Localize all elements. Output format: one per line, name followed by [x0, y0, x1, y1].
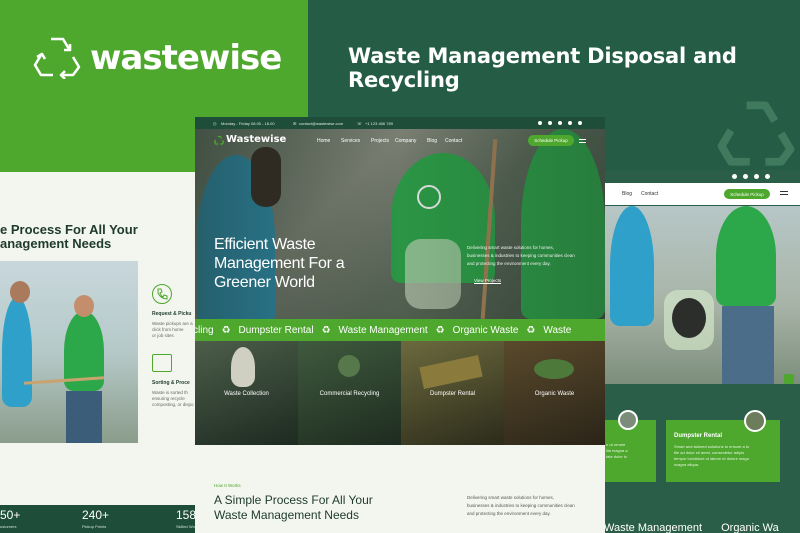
- schedule-pickup-button[interactable]: Schedule Pickup: [528, 135, 574, 146]
- phone-small-icon: ☏: [357, 121, 363, 126]
- left-preview-card: e Process For All Your anagement Needs R…: [0, 172, 198, 533]
- cleanup-photo: [604, 206, 800, 384]
- nav-contact[interactable]: Contact: [445, 138, 462, 144]
- nav-contact[interactable]: Contact: [641, 191, 658, 197]
- recycle-icon: ♻: [221, 324, 231, 336]
- phone-icon: [152, 284, 172, 304]
- top-info-bar: ◷ Monday - Friday 08.00 - 18.00 ✉ contac…: [195, 117, 605, 129]
- right-preview-card: n ut ornare ilia magna a tate dolor tv D…: [604, 170, 800, 533]
- stat-customers-value: 50+: [0, 508, 21, 522]
- right-ticker: Waste Management Organic Wa: [604, 522, 779, 533]
- hours-text: Monday - Friday 08.00 - 18.00: [221, 121, 275, 126]
- step1-title: Request & Picku: [152, 311, 192, 317]
- service-tile-organic[interactable]: Organic Waste: [504, 341, 605, 445]
- main-preview-card: ◷ Monday - Friday 08.00 - 18.00 ✉ contac…: [195, 117, 605, 533]
- hero-heading: Efficient Waste Management For a Greener…: [214, 236, 345, 291]
- step2-title: Sorting & Proce: [152, 380, 190, 386]
- clock-icon: ◷: [213, 121, 217, 126]
- x-icon[interactable]: [743, 174, 748, 179]
- stats-bar: 50+ ustomers 240+ Pickup Points 158 Skil…: [0, 505, 198, 533]
- service-avatar-dumpster: [744, 410, 766, 432]
- stat-workers-label: Skilled Wo: [176, 524, 195, 529]
- x-icon[interactable]: [548, 121, 552, 125]
- instagram-icon[interactable]: [578, 121, 582, 125]
- service-tile-commercial[interactable]: Commercial Recycling: [298, 341, 401, 445]
- mail-icon: ✉: [293, 121, 297, 126]
- nav-blog[interactable]: Blog: [622, 191, 632, 197]
- instagram-icon[interactable]: [765, 174, 770, 179]
- service-title: Dumpster Rental: [674, 433, 723, 439]
- facebook-icon[interactable]: [732, 174, 737, 179]
- how-it-works-section: How It Works A Simple Process For All Yo…: [195, 445, 605, 533]
- how-title: A Simple Process For All Your Waste Mana…: [214, 493, 373, 522]
- stat-workers-value: 158: [176, 508, 197, 522]
- showcase-stage: wastewise Waste Management Disposal and …: [0, 0, 800, 533]
- nav-logo[interactable]: Wastewise: [226, 134, 286, 145]
- phone-link[interactable]: +1 123 456 789: [365, 121, 393, 126]
- email-link[interactable]: contact@wastewise.com: [299, 121, 343, 126]
- how-description: Delivering smart waste solutions for hom…: [467, 495, 575, 516]
- schedule-pickup-button[interactable]: Schedule Pickup: [724, 189, 770, 199]
- left-title-line2: anagement Needs: [0, 236, 112, 251]
- recycle-icon: ♻: [321, 324, 331, 336]
- main-nav: Wastewise Home Services Projects Company…: [195, 131, 605, 151]
- nav-company[interactable]: Company: [395, 138, 416, 144]
- service-tile-dumpster[interactable]: Dumpster Rental: [401, 341, 504, 445]
- service-tile-collection[interactable]: Waste Collection: [195, 341, 298, 445]
- hero-description: Delivering smart waste solutions for hom…: [467, 245, 575, 266]
- step1-text3: or job sites: [152, 333, 174, 338]
- recycle-watermark-icon: [717, 101, 795, 166]
- right-nav: Blog Contact Schedule Pickup: [604, 183, 800, 205]
- step2-text3: composting, or dispo: [152, 402, 194, 407]
- menu-icon[interactable]: [780, 191, 788, 192]
- brand-logo: wastewise: [90, 38, 282, 78]
- services-ticker: cling ♻ Dumpster Rental ♻ Waste Manageme…: [195, 319, 605, 341]
- view-projects-link[interactable]: View Projects: [474, 278, 502, 284]
- stat-pickup-label: Pickup Points: [82, 524, 107, 529]
- menu-icon[interactable]: [579, 139, 586, 140]
- logo-recycle-icon: [214, 135, 224, 145]
- social-icons: [538, 121, 582, 125]
- service-avatar-left: [618, 410, 638, 430]
- recycle-icon: ♻: [526, 324, 536, 336]
- recycle-icon: ♻: [435, 324, 445, 336]
- page-title: Waste Management Disposal and Recycling: [348, 44, 737, 92]
- right-social-icons: [732, 174, 770, 179]
- nav-home[interactable]: Home: [317, 138, 330, 144]
- stat-pickup-value: 240+: [82, 508, 110, 522]
- service-card-dumpster[interactable]: Dumpster Rental Smart and tailored solut…: [666, 420, 780, 482]
- nav-blog[interactable]: Blog: [427, 138, 437, 144]
- how-eyebrow: How It Works: [214, 483, 241, 488]
- truck-icon: [152, 354, 172, 372]
- volunteers-photo: [0, 261, 138, 443]
- nav-projects[interactable]: Projects: [371, 138, 389, 144]
- recycle-icon: [33, 37, 81, 79]
- pinterest-icon[interactable]: [568, 121, 572, 125]
- stat-customers-label: ustomers: [0, 524, 17, 529]
- youtube-icon[interactable]: [754, 174, 759, 179]
- facebook-icon[interactable]: [538, 121, 542, 125]
- youtube-icon[interactable]: [558, 121, 562, 125]
- nav-services[interactable]: Services: [341, 138, 360, 144]
